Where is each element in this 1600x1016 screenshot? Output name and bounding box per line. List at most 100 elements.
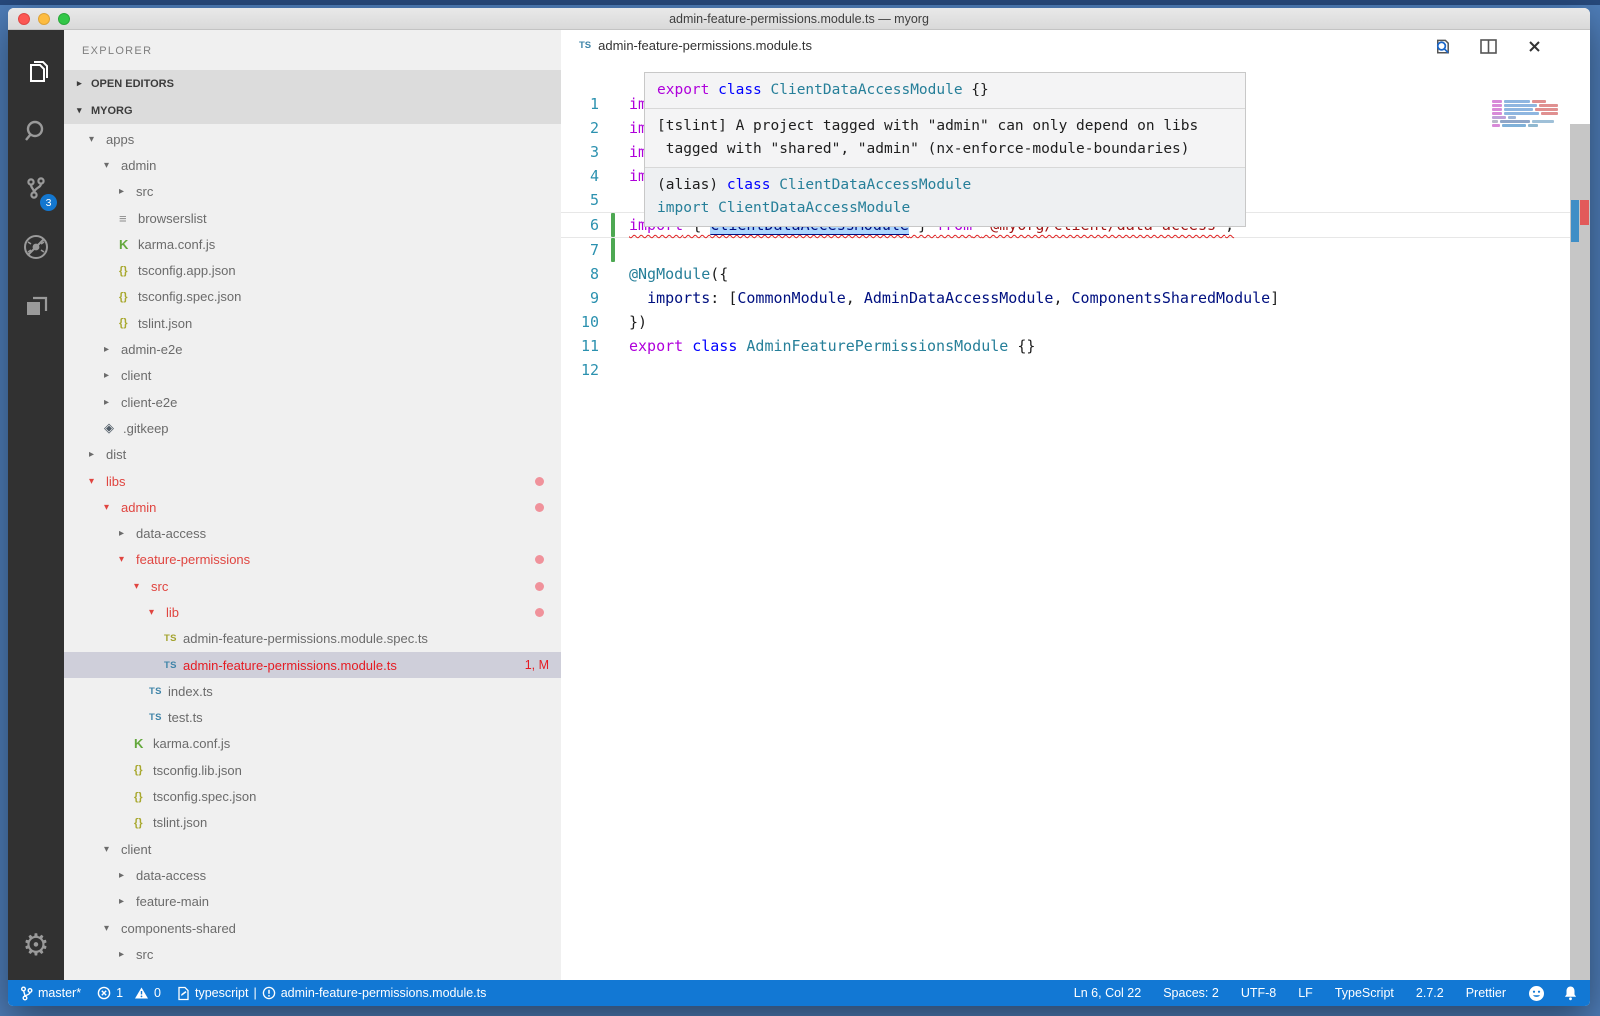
tree-item-tsconfig-spec-json[interactable]: {}tsconfig.spec.json [64, 783, 561, 809]
tree-item-tsconfig-lib-json[interactable]: {}tsconfig.lib.json [64, 757, 561, 783]
tree-item-apps[interactable]: ▾apps [64, 126, 561, 152]
line-number: 2 [561, 116, 611, 140]
code-token: {} [1008, 337, 1035, 355]
code-token: AdminDataAccessModule [864, 289, 1054, 307]
tree-item-admin-feature-permissions-module-spec-ts[interactable]: TSadmin-feature-permissions.module.spec.… [64, 626, 561, 652]
tree-item-label: data-access [136, 868, 206, 883]
minimap[interactable] [1492, 100, 1558, 128]
open-changes-icon[interactable] [1433, 37, 1452, 56]
minimize-window-button[interactable] [38, 13, 50, 25]
ts-file-icon: TS [149, 712, 168, 723]
minimap-segment [1492, 116, 1506, 119]
mode-label: typescript [195, 986, 249, 1000]
tree-item-client-e2e[interactable]: ▸client-e2e [64, 389, 561, 415]
tree-item-client[interactable]: ▸client [64, 363, 561, 389]
chevron-right-icon: ▸ [89, 449, 106, 460]
typescript-version[interactable]: 2.7.2 [1416, 986, 1444, 1000]
debug-disabled-icon[interactable] [8, 218, 64, 276]
tree-item-dist[interactable]: ▸dist [64, 442, 561, 468]
lint-message-line: tagged with "shared", "admin" (nx-enforc… [657, 138, 1233, 161]
tree-item-libs[interactable]: ▾libs [64, 468, 561, 494]
tree-item-client[interactable]: ▾client [64, 836, 561, 862]
error-dot [535, 503, 544, 512]
tree-item-admin[interactable]: ▾admin [64, 152, 561, 178]
source-control-icon[interactable]: 3 [8, 160, 64, 218]
tree-item-data-access[interactable]: ▸data-access [64, 520, 561, 546]
json-file-icon: {} [119, 291, 138, 303]
code-line-9: 9 imports: [CommonModule, AdminDataAcces… [561, 286, 1590, 310]
open-editors-header[interactable]: ▸ OPEN EDITORS [64, 70, 561, 97]
tree-item-admin-e2e[interactable]: ▸admin-e2e [64, 336, 561, 362]
eol-setting[interactable]: LF [1298, 986, 1313, 1000]
close-window-button[interactable] [18, 13, 30, 25]
ts-spec-file-icon: TS [164, 633, 183, 644]
tree-item-label: client-e2e [121, 395, 177, 410]
language-mode[interactable]: TypeScript [1335, 986, 1394, 1000]
tree-item-browserslist[interactable]: ≡browserslist [64, 205, 561, 231]
tree-item-components-shared[interactable]: ▾components-shared [64, 915, 561, 941]
chevron-right-icon: ▸ [104, 344, 121, 355]
line-number: 5 [561, 188, 611, 212]
git-file-icon: ◈ [104, 420, 123, 436]
ts-file-icon: TS [164, 660, 183, 671]
tab-label: admin-feature-permissions.module.ts [598, 38, 812, 53]
split-editor-icon[interactable] [1479, 37, 1498, 56]
explorer-icon[interactable] [8, 44, 64, 102]
json-file-icon: {} [119, 265, 138, 277]
tree-item-src[interactable]: ▸src [64, 179, 561, 205]
tree-item-tslint-json[interactable]: {}tslint.json [64, 810, 561, 836]
code-token: export [629, 337, 683, 355]
tree-item-admin[interactable]: ▾admin [64, 494, 561, 520]
problems-status[interactable]: 1 0 [97, 986, 161, 1000]
error-dot [535, 477, 544, 486]
language-status[interactable]: typescript | admin-feature-permissions.m… [177, 986, 486, 1001]
code-token: @NgModule [629, 265, 710, 283]
tree-item-tslint-json[interactable]: {}tslint.json [64, 310, 561, 336]
cursor-position[interactable]: Ln 6, Col 22 [1074, 986, 1141, 1000]
tab-admin-feature-permissions[interactable]: TS admin-feature-permissions.module.ts [579, 38, 812, 53]
json-file-icon: {} [134, 817, 153, 829]
tree-item-tsconfig-spec-json[interactable]: {}tsconfig.spec.json [64, 284, 561, 310]
minimap-segment [1492, 108, 1502, 111]
chevron-down-icon: ▾ [77, 105, 91, 116]
tree-item-tsconfig-app-json[interactable]: {}tsconfig.app.json [64, 257, 561, 283]
activity-bar: 3 ⚙ [8, 30, 64, 980]
tree-item--gitkeep[interactable]: ◈.gitkeep [64, 415, 561, 441]
code-token: imports [647, 289, 710, 307]
git-branch-status[interactable]: master* [20, 986, 81, 1001]
tree-item-lib[interactable]: ▾lib [64, 599, 561, 625]
tree-item-karma-conf-js[interactable]: Kkarma.conf.js [64, 231, 561, 257]
tree-item-index-ts[interactable]: TSindex.ts [64, 678, 561, 704]
notifications-bell-icon[interactable] [1563, 985, 1578, 1001]
settings-gear-icon[interactable]: ⚙ [8, 922, 64, 970]
code-area[interactable]: 1import { NgModule } from '@angular/core… [561, 62, 1590, 980]
tree-item-label: tsconfig.lib.json [153, 763, 242, 778]
tree-item-label: components-shared [121, 921, 236, 936]
tree-item-karma-conf-js[interactable]: Kkarma.conf.js [64, 731, 561, 757]
tree-item-feature-main[interactable]: ▸feature-main [64, 889, 561, 915]
title-bar[interactable]: admin-feature-permissions.module.ts — my… [8, 8, 1590, 30]
chevron-right-icon: ▸ [119, 186, 136, 197]
search-icon[interactable] [8, 102, 64, 160]
file-edit-icon [177, 986, 190, 1001]
encoding-setting[interactable]: UTF-8 [1241, 986, 1276, 1000]
tree-item-admin-feature-permissions-module-ts[interactable]: TSadmin-feature-permissions.module.ts1, … [64, 652, 561, 678]
scrollbar-track[interactable] [1570, 124, 1590, 980]
info-circle-icon [262, 986, 276, 1000]
code-token [629, 289, 647, 307]
tree-item-feature-permissions[interactable]: ▾feature-permissions [64, 547, 561, 573]
workspace-header[interactable]: ▾ MYORG [64, 97, 561, 124]
code-token: ] [1270, 289, 1279, 307]
formatter-status[interactable]: Prettier [1466, 986, 1506, 1000]
tree-item-data-access[interactable]: ▸data-access [64, 862, 561, 888]
tree-item-src[interactable]: ▾src [64, 573, 561, 599]
json-file-icon: {} [134, 764, 153, 776]
tree-item-src[interactable]: ▸src [64, 941, 561, 967]
indentation-setting[interactable]: Spaces: 2 [1163, 986, 1219, 1000]
close-editor-icon[interactable] [1525, 37, 1544, 56]
feedback-smiley-icon[interactable] [1528, 985, 1545, 1002]
zoom-window-button[interactable] [58, 13, 70, 25]
tree-item-test-ts[interactable]: TStest.ts [64, 705, 561, 731]
minimap-row [1492, 116, 1558, 119]
extensions-icon[interactable] [8, 276, 64, 334]
